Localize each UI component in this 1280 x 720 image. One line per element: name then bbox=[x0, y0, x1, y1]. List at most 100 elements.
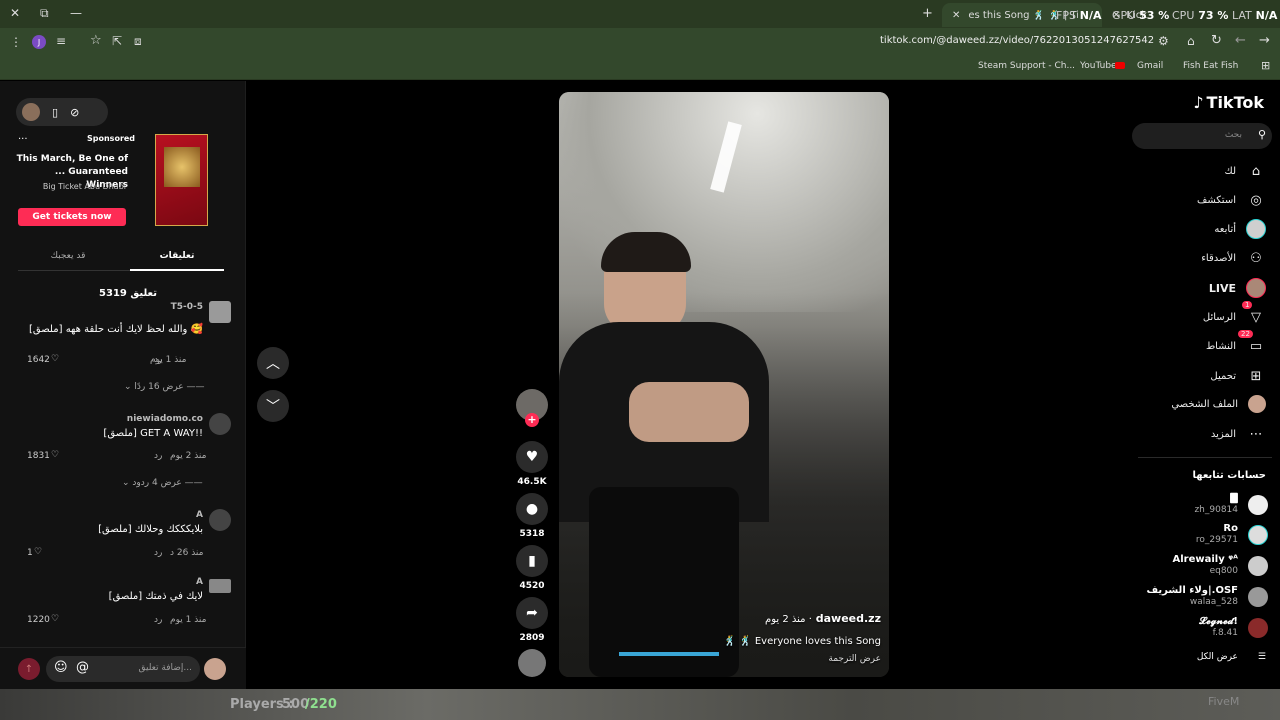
tab-comments[interactable]: تعليقات bbox=[130, 251, 224, 261]
comment-likes[interactable]: 1642 bbox=[27, 355, 50, 365]
following-account[interactable]: Alrewaily ᵠᴬ eq800 bbox=[1172, 554, 1268, 577]
url-field[interactable]: tiktok.com/@daweed.zz/video/762201305124… bbox=[880, 35, 1154, 46]
all-bookmarks-icon[interactable]: ⊞ bbox=[1261, 59, 1270, 72]
bookmark-gmail[interactable]: Gmail bbox=[1137, 61, 1163, 71]
search-input[interactable]: ⚲ بحث bbox=[1132, 123, 1272, 149]
reload-icon[interactable]: ↻ bbox=[1211, 33, 1222, 48]
comment-likes[interactable]: 1 bbox=[27, 548, 33, 558]
tab-close-icon[interactable]: ✕ bbox=[952, 10, 960, 21]
commenter-avatar[interactable] bbox=[209, 579, 231, 593]
screenshot-icon[interactable]: ⧈ bbox=[134, 34, 142, 49]
gpu-label: GPU bbox=[1112, 9, 1136, 22]
compass-icon[interactable]: ⊘ bbox=[70, 106, 79, 119]
music-disc[interactable] bbox=[515, 649, 549, 677]
view-replies-label: عرض 16 ردًا bbox=[134, 382, 184, 392]
restore-window-button[interactable]: ⧉ bbox=[40, 6, 49, 21]
following-account[interactable]: 𝓛𝓮𝓰𝓷𝓮𝓭! f.8.41 bbox=[1199, 616, 1268, 639]
menu-dots-icon[interactable]: ⋮ bbox=[10, 35, 22, 49]
nav-activity[interactable]: النشاط ▭ 22 bbox=[1206, 330, 1266, 356]
commenter-avatar[interactable] bbox=[209, 509, 231, 531]
nav-profile[interactable]: الملف الشخصي bbox=[1171, 395, 1266, 413]
nav-friends[interactable]: الأصدقاء ⚇ bbox=[1201, 248, 1266, 268]
video-player[interactable]: منذ 2 يوم · daweed.zz 🕺 🕺 Everyone loves… bbox=[559, 92, 889, 677]
minimize-window-button[interactable]: — bbox=[70, 6, 82, 20]
show-all-button[interactable]: عرض الكل ☰ bbox=[1197, 652, 1266, 662]
comments-panel: ▯ ⊘ ... Sponsored This March, Be One of … bbox=[0, 81, 246, 689]
comment-button[interactable]: ● 5318 bbox=[515, 493, 549, 539]
heart-icon[interactable]: ♡ bbox=[51, 614, 59, 624]
music-disc-icon[interactable] bbox=[518, 649, 546, 677]
comment-username[interactable]: A bbox=[23, 510, 203, 520]
new-tab-button[interactable]: + bbox=[922, 6, 933, 21]
comment-username[interactable]: niewiadomo.co bbox=[23, 414, 203, 424]
comment-username[interactable]: A bbox=[23, 577, 203, 587]
share-button[interactable]: ➦ 2809 bbox=[515, 597, 549, 643]
tiktok-page: ▯ ⊘ ... Sponsored This March, Be One of … bbox=[0, 81, 1280, 689]
nav-following[interactable]: أتابعه bbox=[1214, 219, 1266, 239]
tiktok-logo[interactable]: ♪ TikTok bbox=[1193, 93, 1264, 112]
commenter-avatar[interactable] bbox=[209, 301, 231, 323]
comment-reply[interactable]: رد bbox=[154, 615, 162, 625]
tab-you-may-like[interactable]: قد يعجبك bbox=[18, 251, 118, 261]
heart-icon[interactable]: ♡ bbox=[51, 450, 59, 460]
heart-icon[interactable]: ♡ bbox=[34, 547, 42, 557]
comment-reply[interactable]: رد bbox=[154, 548, 162, 558]
emoji-icon[interactable]: ☺ bbox=[54, 660, 68, 675]
comment-reply[interactable]: رد bbox=[154, 451, 162, 461]
ad-more-icon[interactable]: ... bbox=[18, 131, 28, 142]
account-name: Alrewaily ᵠᴬ bbox=[1172, 554, 1238, 565]
account-avatar bbox=[1248, 524, 1268, 545]
get-tickets-button[interactable]: Get tickets now bbox=[18, 208, 126, 226]
nav-upload[interactable]: تحميل ⊞ bbox=[1210, 366, 1266, 386]
comment-reply[interactable]: رد bbox=[154, 355, 162, 365]
commenter-avatar[interactable] bbox=[209, 413, 231, 435]
back-icon[interactable]: → bbox=[1259, 33, 1270, 48]
comment-likes[interactable]: 1831 bbox=[27, 451, 50, 461]
bookmark-star-icon[interactable]: ☆ bbox=[90, 33, 102, 48]
profile-avatar[interactable]: J bbox=[32, 35, 46, 49]
comment-username[interactable]: T5-0-5 bbox=[23, 302, 203, 312]
speaker-box bbox=[589, 487, 739, 677]
ad-thumbnail[interactable] bbox=[155, 134, 208, 226]
creator-avatar[interactable] bbox=[22, 103, 40, 121]
comment-likes[interactable]: 1220 bbox=[27, 615, 50, 625]
view-replies[interactable]: ⌄ عرض 16 ردًا —— bbox=[124, 382, 205, 392]
forward-icon[interactable]: ← bbox=[1235, 33, 1246, 48]
nav-explore[interactable]: استكشف ◎ bbox=[1197, 190, 1266, 210]
following-account[interactable]: Ro ro_29571 bbox=[1196, 523, 1268, 546]
nav-for-you[interactable]: لك ⌂ bbox=[1225, 161, 1266, 181]
close-window-button[interactable]: ✕ bbox=[10, 6, 20, 20]
send-comment-button[interactable]: ↑ bbox=[18, 658, 40, 680]
comment-text: [ملصق] لايك في ذمتك bbox=[108, 591, 203, 602]
bookmark-youtube[interactable]: YouTube bbox=[1080, 61, 1117, 71]
video-username[interactable]: daweed.zz bbox=[816, 612, 881, 625]
nav-live[interactable]: LIVE bbox=[1209, 278, 1266, 298]
share-icon[interactable]: ⇱ bbox=[112, 34, 122, 48]
view-replies[interactable]: ⌄ عرض 4 ردود —— bbox=[122, 478, 203, 488]
share-arrow-icon[interactable]: ➦ bbox=[516, 597, 548, 629]
mention-icon[interactable]: @ bbox=[76, 660, 89, 675]
reading-list-icon[interactable]: ≡ bbox=[56, 34, 66, 48]
previous-video-button[interactable]: ︿ bbox=[257, 347, 289, 379]
phone-icon[interactable]: ▯ bbox=[52, 106, 58, 119]
home-icon[interactable]: ⌂ bbox=[1187, 34, 1195, 48]
comment-input[interactable]: ☺ @ إضافة تعليق... bbox=[46, 656, 200, 682]
activity-icon: ▭ 22 bbox=[1238, 330, 1266, 356]
bookmark-fish-eat-fish[interactable]: Fish Eat Fish bbox=[1183, 61, 1238, 71]
next-video-button[interactable]: ﹀ bbox=[257, 390, 289, 422]
see-translation[interactable]: عرض الترجمة bbox=[828, 654, 881, 664]
creator-follow[interactable]: + bbox=[515, 389, 549, 427]
heart-icon[interactable]: ♥ bbox=[516, 441, 548, 473]
like-button[interactable]: ♥ 46.5K bbox=[515, 441, 549, 487]
bookmark-icon[interactable]: ▮ bbox=[516, 545, 548, 577]
bookmark-steam[interactable]: Steam Support - Ch... bbox=[978, 61, 1075, 71]
save-button[interactable]: ▮ 4520 bbox=[515, 545, 549, 591]
follow-plus-icon[interactable]: + bbox=[525, 413, 539, 427]
site-settings-icon[interactable]: ⚙ bbox=[1158, 34, 1169, 48]
following-account[interactable]: 🀫 zh_90814 bbox=[1194, 493, 1268, 516]
nav-more[interactable]: المزيد ⋯ bbox=[1211, 424, 1266, 444]
comment-icon[interactable]: ● bbox=[516, 493, 548, 525]
heart-icon[interactable]: ♡ bbox=[51, 354, 59, 364]
following-account[interactable]: ولاء الشريف|.OSF walaa_528 bbox=[1147, 585, 1268, 608]
nav-messages[interactable]: الرسائل ▽ 1 bbox=[1203, 301, 1266, 327]
